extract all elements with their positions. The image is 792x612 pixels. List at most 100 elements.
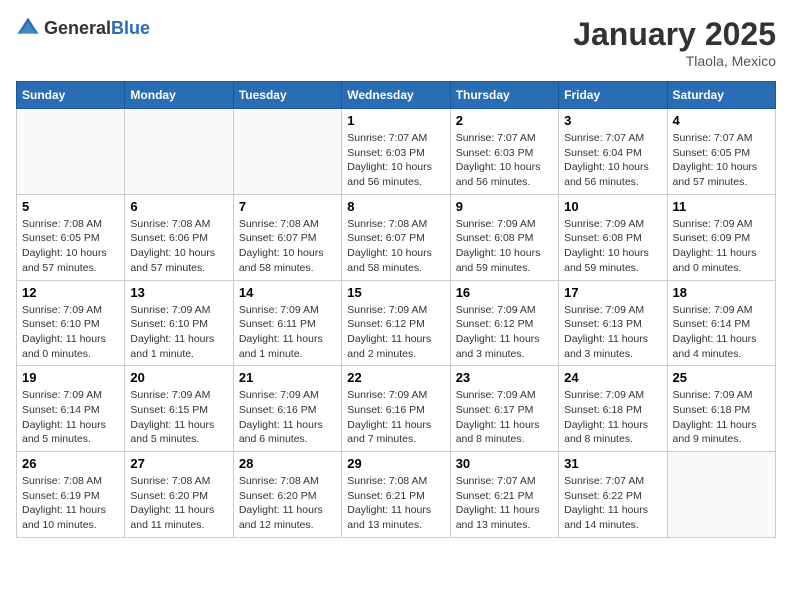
day-number: 20 [130, 370, 227, 385]
day-cell-4: 4 Sunrise: 7:07 AMSunset: 6:05 PMDaylight… [667, 109, 775, 195]
day-cell-22: 22 Sunrise: 7:09 AMSunset: 6:16 PMDayligh… [342, 366, 450, 452]
day-info: Sunrise: 7:09 AMSunset: 6:18 PMDaylight:… [673, 388, 770, 447]
logo-text-general: General [44, 18, 111, 38]
day-cell-23: 23Sunrise: 7:09 AMSunset: 6:17 PMDayligh… [450, 366, 558, 452]
day-cell-27: 27 Sunrise: 7:08 AMSunset: 6:20 PMDayligh… [125, 452, 233, 538]
day-info: Sunrise: 7:07 AMSunset: 6:21 PMDaylight:… [456, 474, 553, 533]
day-cell-14: 14 Sunrise: 7:09 AMSunset: 6:11 PMDayligh… [233, 280, 341, 366]
day-header-monday: Monday [125, 82, 233, 109]
day-cell-5: 5Sunrise: 7:08 AMSunset: 6:05 PMDaylight… [17, 194, 125, 280]
day-info: Sunrise: 7:08 AMSunset: 6:07 PMDaylight:… [239, 217, 336, 276]
day-number: 24 [564, 370, 661, 385]
empty-cell [125, 109, 233, 195]
day-number: 2 [456, 113, 553, 128]
day-number: 6 [130, 199, 227, 214]
day-cell-2: 2 Sunrise: 7:07 AMSunset: 6:03 PMDaylight… [450, 109, 558, 195]
week-row-3: 12 Sunrise: 7:09 AMSunset: 6:10 PMDayligh… [17, 280, 776, 366]
day-cell-8: 8 Sunrise: 7:08 AMSunset: 6:07 PMDaylight… [342, 194, 450, 280]
day-info: Sunrise: 7:09 AMSunset: 6:18 PMDaylight:… [564, 388, 661, 447]
day-header-friday: Friday [559, 82, 667, 109]
day-info: Sunrise: 7:09 AMSunset: 6:09 PMDaylight:… [673, 217, 770, 276]
logo-icon [16, 16, 40, 40]
day-info: Sunrise: 7:09 AMSunset: 6:15 PMDaylight:… [130, 388, 227, 447]
day-info: Sunrise: 7:07 AMSunset: 6:04 PMDaylight:… [564, 131, 661, 190]
calendar-table: SundayMondayTuesdayWednesdayThursdayFrid… [16, 81, 776, 538]
day-info: Sunrise: 7:09 AMSunset: 6:16 PMDaylight:… [347, 388, 444, 447]
title-block: January 2025 Tlaola, Mexico [573, 16, 776, 69]
day-number: 16 [456, 285, 553, 300]
day-info: Sunrise: 7:07 AMSunset: 6:03 PMDaylight:… [456, 131, 553, 190]
day-number: 12 [22, 285, 119, 300]
day-cell-21: 21 Sunrise: 7:09 AMSunset: 6:16 PMDayligh… [233, 366, 341, 452]
day-info: Sunrise: 7:07 AMSunset: 6:05 PMDaylight:… [673, 131, 770, 190]
day-cell-9: 9 Sunrise: 7:09 AMSunset: 6:08 PMDaylight… [450, 194, 558, 280]
week-row-4: 19 Sunrise: 7:09 AMSunset: 6:14 PMDayligh… [17, 366, 776, 452]
logo-text-blue: Blue [111, 18, 150, 38]
day-cell-18: 18 Sunrise: 7:09 AMSunset: 6:14 PMDayligh… [667, 280, 775, 366]
day-info: Sunrise: 7:07 AMSunset: 6:22 PMDaylight:… [564, 474, 661, 533]
day-number: 25 [673, 370, 770, 385]
day-number: 29 [347, 456, 444, 471]
day-info: Sunrise: 7:07 AMSunset: 6:03 PMDaylight:… [347, 131, 444, 190]
day-cell-13: 13Sunrise: 7:09 AMSunset: 6:10 PMDayligh… [125, 280, 233, 366]
day-number: 5 [22, 199, 119, 214]
logo: GeneralBlue [16, 16, 150, 40]
day-cell-1: 1 Sunrise: 7:07 AMSunset: 6:03 PMDaylight… [342, 109, 450, 195]
day-number: 17 [564, 285, 661, 300]
day-cell-28: 28 Sunrise: 7:08 AMSunset: 6:20 PMDayligh… [233, 452, 341, 538]
week-row-1: 1 Sunrise: 7:07 AMSunset: 6:03 PMDaylight… [17, 109, 776, 195]
days-header-row: SundayMondayTuesdayWednesdayThursdayFrid… [17, 82, 776, 109]
day-cell-31: 31 Sunrise: 7:07 AMSunset: 6:22 PMDayligh… [559, 452, 667, 538]
day-number: 22 [347, 370, 444, 385]
day-number: 21 [239, 370, 336, 385]
day-info: Sunrise: 7:08 AMSunset: 6:20 PMDaylight:… [130, 474, 227, 533]
day-header-sunday: Sunday [17, 82, 125, 109]
day-info: Sunrise: 7:09 AMSunset: 6:12 PMDaylight:… [456, 303, 553, 362]
day-number: 26 [22, 456, 119, 471]
empty-cell [667, 452, 775, 538]
day-info: Sunrise: 7:09 AMSunset: 6:08 PMDaylight:… [456, 217, 553, 276]
day-cell-26: 26Sunrise: 7:08 AMSunset: 6:19 PMDayligh… [17, 452, 125, 538]
day-cell-20: 20 Sunrise: 7:09 AMSunset: 6:15 PMDayligh… [125, 366, 233, 452]
day-header-tuesday: Tuesday [233, 82, 341, 109]
day-info: Sunrise: 7:09 AMSunset: 6:13 PMDaylight:… [564, 303, 661, 362]
day-info: Sunrise: 7:09 AMSunset: 6:11 PMDaylight:… [239, 303, 336, 362]
day-info: Sunrise: 7:09 AMSunset: 6:12 PMDaylight:… [347, 303, 444, 362]
day-cell-11: 11 Sunrise: 7:09 AMSunset: 6:09 PMDayligh… [667, 194, 775, 280]
day-header-wednesday: Wednesday [342, 82, 450, 109]
day-info: Sunrise: 7:08 AMSunset: 6:07 PMDaylight:… [347, 217, 444, 276]
empty-cell [233, 109, 341, 195]
day-info: Sunrise: 7:09 AMSunset: 6:16 PMDaylight:… [239, 388, 336, 447]
day-info: Sunrise: 7:09 AMSunset: 6:10 PMDaylight:… [22, 303, 119, 362]
day-number: 27 [130, 456, 227, 471]
day-number: 1 [347, 113, 444, 128]
day-number: 19 [22, 370, 119, 385]
day-number: 30 [456, 456, 553, 471]
month-title: January 2025 [573, 16, 776, 53]
day-cell-17: 17 Sunrise: 7:09 AMSunset: 6:13 PMDayligh… [559, 280, 667, 366]
day-number: 4 [673, 113, 770, 128]
day-number: 28 [239, 456, 336, 471]
day-number: 8 [347, 199, 444, 214]
day-info: Sunrise: 7:09 AMSunset: 6:14 PMDaylight:… [22, 388, 119, 447]
day-number: 13 [130, 285, 227, 300]
day-cell-6: 6 Sunrise: 7:08 AMSunset: 6:06 PMDaylight… [125, 194, 233, 280]
day-number: 11 [673, 199, 770, 214]
day-info: Sunrise: 7:09 AMSunset: 6:14 PMDaylight:… [673, 303, 770, 362]
day-info: Sunrise: 7:08 AMSunset: 6:20 PMDaylight:… [239, 474, 336, 533]
day-cell-16: 16 Sunrise: 7:09 AMSunset: 6:12 PMDayligh… [450, 280, 558, 366]
day-info: Sunrise: 7:08 AMSunset: 6:06 PMDaylight:… [130, 217, 227, 276]
week-row-5: 26Sunrise: 7:08 AMSunset: 6:19 PMDayligh… [17, 452, 776, 538]
day-number: 9 [456, 199, 553, 214]
day-number: 31 [564, 456, 661, 471]
day-number: 14 [239, 285, 336, 300]
day-cell-19: 19 Sunrise: 7:09 AMSunset: 6:14 PMDayligh… [17, 366, 125, 452]
day-number: 18 [673, 285, 770, 300]
empty-cell [17, 109, 125, 195]
day-header-saturday: Saturday [667, 82, 775, 109]
day-header-thursday: Thursday [450, 82, 558, 109]
day-cell-25: 25 Sunrise: 7:09 AMSunset: 6:18 PMDayligh… [667, 366, 775, 452]
day-number: 10 [564, 199, 661, 214]
day-cell-12: 12 Sunrise: 7:09 AMSunset: 6:10 PMDayligh… [17, 280, 125, 366]
day-info: Sunrise: 7:09 AMSunset: 6:08 PMDaylight:… [564, 217, 661, 276]
